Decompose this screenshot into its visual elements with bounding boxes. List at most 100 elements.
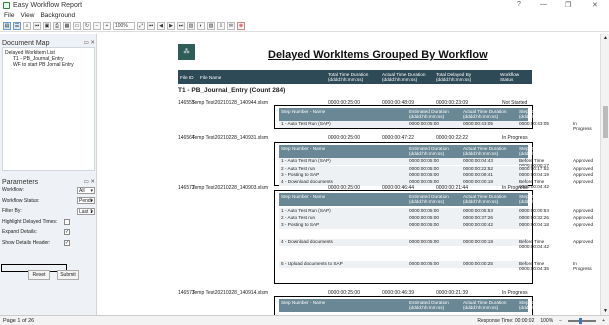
scroll-thumb[interactable] [603, 106, 608, 138]
refresh-icon[interactable]: ↻ [83, 21, 91, 30]
file-name[interactable]: Temp Test20210228_140903.xlsm [192, 185, 268, 191]
first-page-icon[interactable]: ⏮ [33, 21, 41, 30]
email-icon[interactable]: ✉ [227, 21, 235, 30]
step-estimated: 0000:00:05:00 [409, 121, 439, 126]
next-icon[interactable]: ▶ [167, 21, 175, 30]
parameter-buttons: Reset Submit [28, 270, 79, 280]
reset-button[interactable]: Reset [28, 270, 50, 280]
step-details-header: Step Number - Name Estimated Duration (d… [279, 108, 586, 121]
page-indicator: Page 1 of 26 [3, 317, 35, 324]
step-row: 5 - Upload documents to SAP 0000:00:05:00… [279, 261, 592, 271]
step-delayed: 0000:00:43:05 [519, 121, 549, 126]
step-delayed: Before Time 0000:00:04:42 [519, 239, 549, 249]
sub-col-step: Step Number - Name [281, 194, 326, 199]
sub-col-delayed: Step Delayed By (dddd:hh:mm:ss) [519, 109, 555, 119]
step-status: Approved [573, 208, 594, 213]
first-icon[interactable]: ⏮ [147, 21, 155, 30]
sub-col-status: Step Status [573, 300, 587, 310]
last-icon[interactable]: ⏭ [177, 21, 185, 30]
watermark-icon[interactable]: ▧ [207, 21, 215, 30]
step-actual: 0000:00:04:43 [463, 158, 493, 163]
save-icon[interactable]: ▣ [43, 21, 51, 30]
expand-details-label: Expand Details: [2, 229, 38, 236]
filter-by-label: Filter By: [2, 208, 22, 215]
zoom-slider[interactable] [568, 318, 597, 324]
step-delayed: 0000:00:32:26 [519, 215, 549, 220]
step-details-header: Step Number - Name Estimated Duration (d… [279, 193, 586, 206]
sub-col-step: Step Number - Name [281, 109, 326, 114]
file-name[interactable]: Temp Test20210128_140944.xlsm [192, 100, 268, 106]
step-details-header: Step Number - Name Estimated Duration (d… [279, 299, 586, 312]
show-details-header-checkbox[interactable]: ✓ [64, 239, 70, 246]
page-color-icon[interactable]: ◐ [197, 21, 205, 30]
prev-icon[interactable]: ◀ [157, 21, 165, 30]
sub-col-step: Step Number - Name [281, 300, 326, 305]
col-total-time: Total Time Duration (dddd:hh:mm:ss) [328, 72, 369, 82]
step-delayed: 0000:00:17:52 [519, 166, 549, 171]
step-estimated: 0000:00:05:00 [409, 261, 439, 266]
step-estimated: 0000:00:05:00 [409, 208, 439, 213]
zoom-select[interactable]: 100% [113, 21, 135, 30]
menu-view[interactable]: View [20, 12, 34, 19]
menu-file[interactable]: File [4, 12, 14, 19]
zoom-out-icon[interactable]: − [559, 318, 562, 324]
group-header: T1 - PB_Journal_Entry (Count 284) [178, 87, 286, 94]
maximize-button[interactable]: ❐ [565, 1, 571, 9]
sub-col-actual: Actual Time Duration (dddd:hh:mm:ss) [463, 300, 507, 310]
file-name[interactable]: Temp Test20210228_140931.xlsm [192, 135, 268, 141]
sub-col-delayed: Step Delayed By (dddd:hh:mm:ss) [519, 194, 555, 204]
zoom-out-icon[interactable]: − [93, 21, 101, 30]
col-workflow-status: Workflow Status [500, 72, 520, 82]
doc-map-toggle-icon[interactable]: ▤ [3, 21, 11, 30]
step-estimated: 0000:00:05:00 [409, 222, 439, 227]
zoom-fit-icon[interactable]: ⤢ [137, 21, 145, 30]
sub-col-estimated: Estimated Duration (dddd:hh:mm:ss) [409, 194, 449, 204]
step-name: 4 - Download documents [281, 239, 333, 244]
scroll-down-icon[interactable]: ▼ [603, 308, 608, 314]
multi-page-icon[interactable]: ▥ [187, 21, 195, 30]
docmap-item[interactable]: WF to start PB Jornal Entry [5, 62, 92, 68]
expand-details-checkbox[interactable]: ✓ [64, 229, 70, 236]
parameters-toggle-icon[interactable]: ☰ [13, 21, 21, 30]
highlight-delayed-label: Highlight Delayed Times: [2, 218, 58, 225]
workflow-select[interactable]: All [77, 186, 95, 194]
find-icon[interactable]: ⌕ [23, 21, 31, 30]
col-file-name: File Name [200, 74, 222, 80]
filter-by-select[interactable]: Last 1 [77, 207, 95, 215]
page-setup-icon[interactable]: ▭ [73, 21, 81, 30]
step-status: Approved [573, 239, 594, 244]
vertical-scrollbar[interactable]: ▲ ▼ [600, 34, 609, 315]
step-row: 3 - Posting to SAP 0000:00:05:00 0000:00:0… [279, 172, 593, 179]
step-name: 1 - Auto Test Run (SAP) [281, 208, 331, 213]
status-bar: Page 1 of 26 Response Time: 00:00:02 100… [0, 315, 609, 325]
step-delayed: 0000:00:04:18 [519, 222, 549, 227]
col-file-id: File ID [180, 74, 194, 80]
close-preview-icon[interactable]: ⊗ [237, 21, 245, 30]
sub-col-estimated: Estimated Duration (dddd:hh:mm:ss) [409, 109, 449, 119]
zoom-in-icon[interactable]: + [602, 318, 605, 324]
close-button[interactable]: ✕ [592, 1, 598, 9]
docmap-panel-controls-icon[interactable]: ▭ ✕ [84, 40, 95, 46]
submit-button[interactable]: Submit [57, 270, 79, 280]
zoom-level: 100% [540, 318, 554, 324]
step-estimated: 0000:00:05:00 [409, 166, 439, 171]
menu-background[interactable]: Background [40, 12, 75, 19]
sub-col-status: Step Status [573, 146, 587, 156]
total-delayed: 0000:00:22:22 [436, 135, 468, 141]
step-status: Approved [573, 166, 594, 171]
print-icon[interactable]: ⎙ [53, 21, 61, 30]
step-name: 1 - Auto Test Run (SAP) [281, 158, 331, 163]
minimize-button[interactable]: — [540, 1, 547, 8]
highlight-delayed-checkbox[interactable] [64, 218, 70, 225]
step-name: 2 - Auto Test run [281, 166, 316, 171]
zoom-in-icon[interactable]: + [103, 21, 111, 30]
help-button[interactable]: ? [517, 1, 521, 8]
step-status: Approved [573, 172, 594, 177]
file-name[interactable]: Temp Test20210328_140914.xlsm [192, 290, 268, 296]
workflow-status-select[interactable]: Pendi [77, 197, 95, 205]
sub-col-status: Step Status [573, 109, 587, 119]
scroll-up-icon[interactable]: ▲ [603, 35, 608, 41]
export-icon[interactable]: ⇩ [217, 21, 225, 30]
document-map: Delayed Workitem List T1 - PB_Journal_En… [2, 47, 95, 171]
print-preview-icon[interactable]: ▦ [63, 21, 71, 30]
